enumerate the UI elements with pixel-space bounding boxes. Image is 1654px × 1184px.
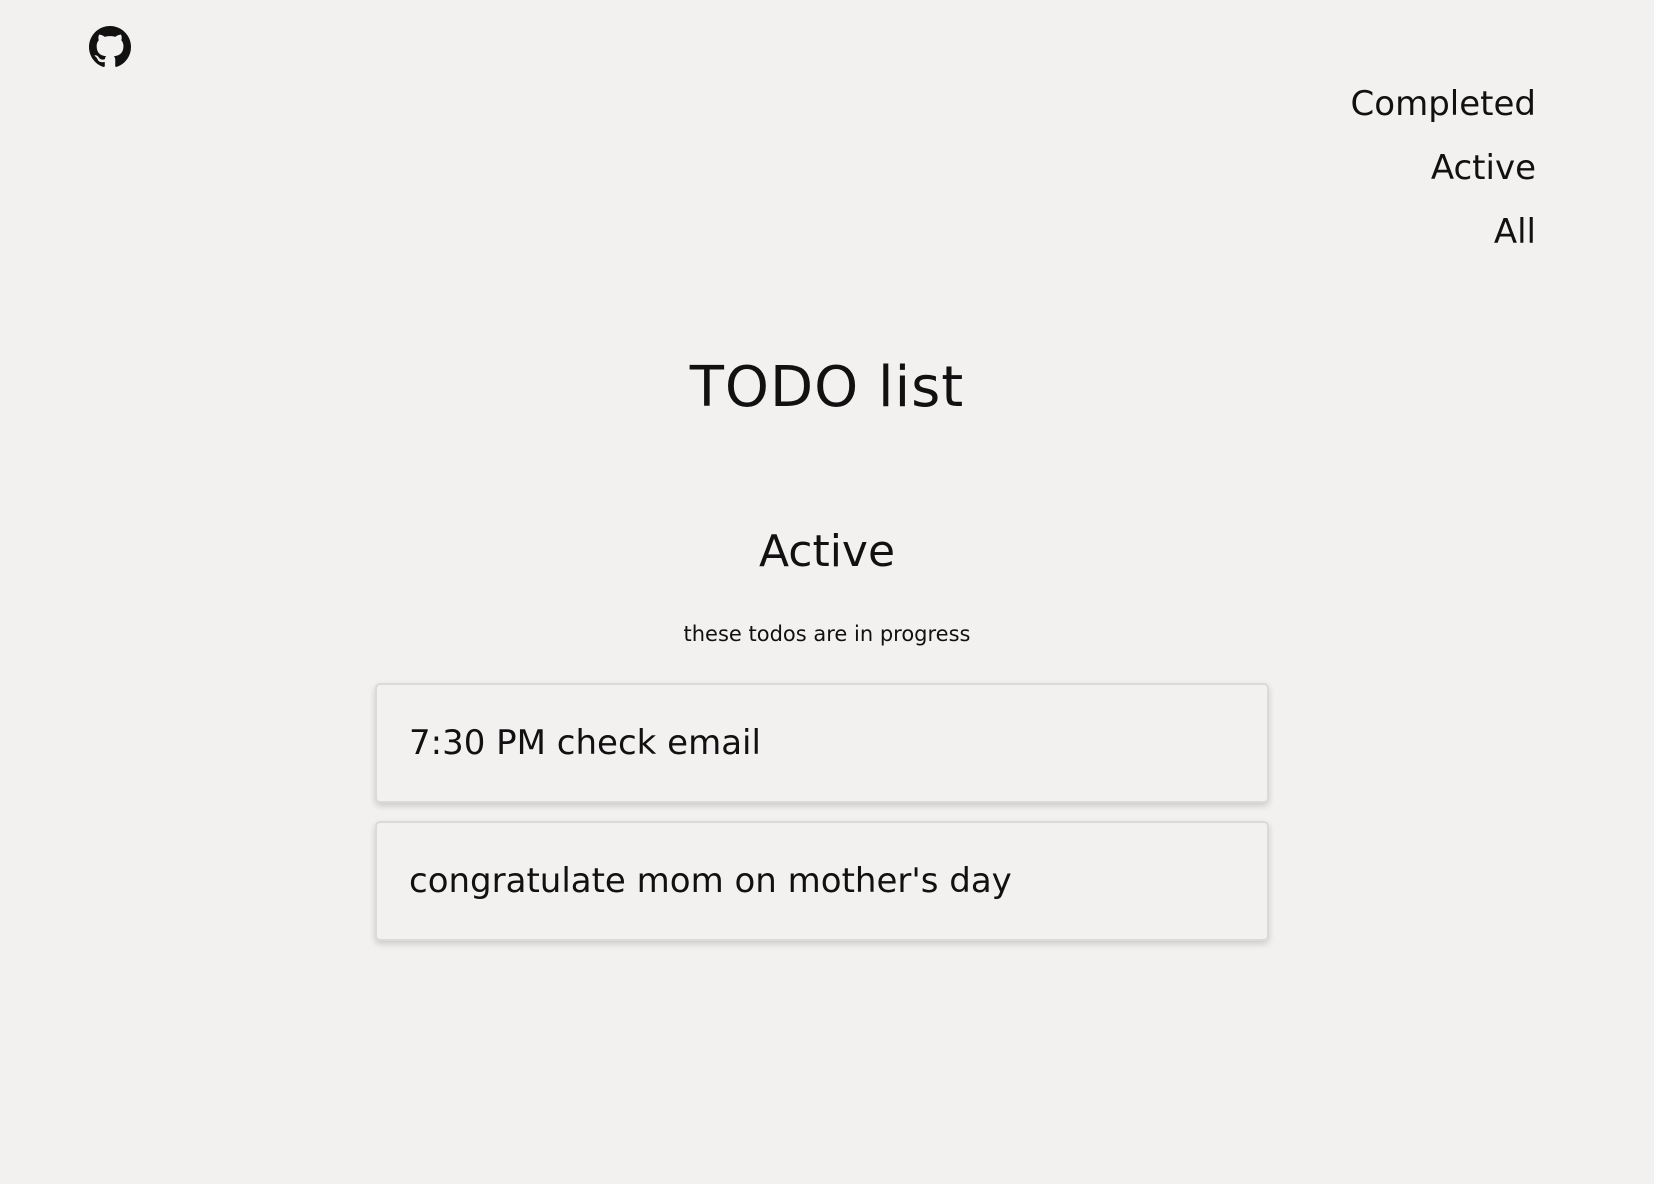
filter-nav: Completed Active All <box>1351 72 1536 264</box>
todo-item[interactable]: congratulate mom on mother's day <box>375 821 1269 941</box>
todo-text: congratulate mom on mother's day <box>409 861 1012 901</box>
todo-item[interactable]: 7:30 PM check email <box>375 683 1269 803</box>
page-title: TODO list <box>689 355 965 420</box>
filter-completed-link[interactable]: Completed <box>1351 72 1536 136</box>
github-icon <box>89 26 131 67</box>
github-link[interactable] <box>89 26 131 68</box>
section-subtitle: these todos are in progress <box>683 622 971 646</box>
todo-list: 7:30 PM check email congratulate mom on … <box>375 683 1269 959</box>
section-title: Active <box>758 526 896 577</box>
filter-all-link[interactable]: All <box>1494 200 1536 264</box>
todo-text: 7:30 PM check email <box>409 723 761 763</box>
filter-active-link[interactable]: Active <box>1431 136 1536 200</box>
